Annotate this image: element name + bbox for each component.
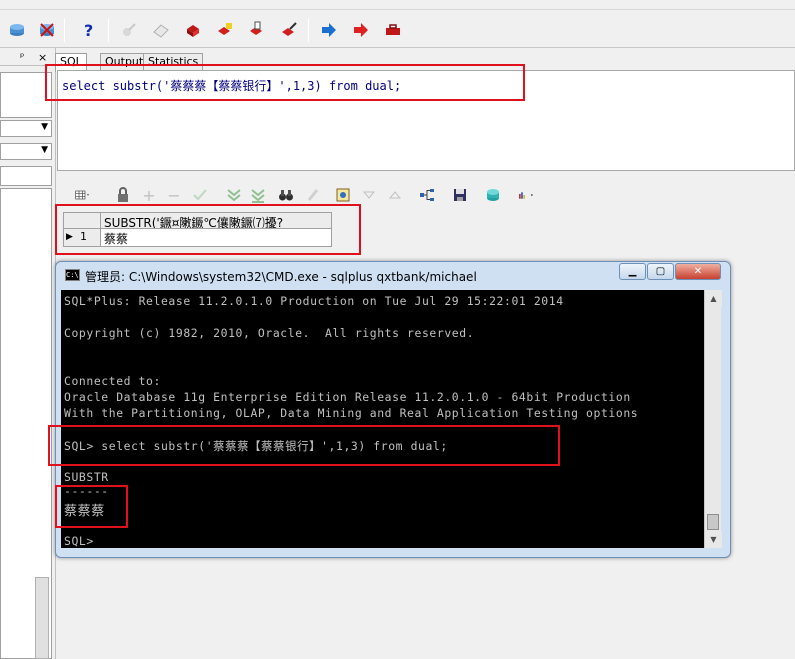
save-icon[interactable] <box>450 185 470 205</box>
app-window: ? ᵖ × ▼ ▼ SQL Output Statistics select s… <box>0 0 795 659</box>
toolbox-icon[interactable] <box>382 19 404 41</box>
highlight-box-console-result <box>55 485 128 528</box>
console-line-banner: SQL*Plus: Release 11.2.0.1.0 Production … <box>64 294 564 308</box>
execute-disabled-icon[interactable] <box>118 19 140 41</box>
forward-arrow-icon[interactable] <box>318 19 340 41</box>
eraser-icon[interactable] <box>150 19 172 41</box>
delete-record-icon[interactable]: − <box>164 185 184 205</box>
disconnect-icon[interactable] <box>36 19 58 41</box>
console-scrollbar[interactable]: ▲ ▼ <box>704 290 722 548</box>
console-icon: C:\ <box>65 269 80 281</box>
close-icon: ✕ <box>693 266 703 277</box>
sort-asc-icon[interactable] <box>385 185 405 205</box>
console-line-options: With the Partitioning, OLAP, Data Mining… <box>64 406 639 420</box>
chevron-down-icon: ▼ <box>41 122 48 132</box>
tree-icon[interactable] <box>417 185 437 205</box>
highlight-box-console-query <box>48 425 560 466</box>
scroll-down-icon[interactable]: ▼ <box>705 531 722 548</box>
binoculars-icon[interactable] <box>276 185 296 205</box>
help-icon[interactable]: ? <box>78 19 100 41</box>
toolbar-separator <box>308 18 309 42</box>
explain-plan-icon[interactable] <box>278 19 300 41</box>
chevron-down-icon: ▼ <box>41 145 48 155</box>
sort-desc-icon[interactable] <box>359 185 379 205</box>
close-icon[interactable]: × <box>38 51 47 64</box>
fetch-last-icon[interactable] <box>248 185 268 205</box>
cmd-window-title: 管理员: C:\Windows\system32\CMD.exe - sqlpl… <box>85 270 477 284</box>
minimize-button[interactable]: ▁ <box>619 263 646 280</box>
left-combo-1[interactable]: ▼ <box>0 120 52 137</box>
fetch-next-icon[interactable] <box>224 185 244 205</box>
scroll-up-icon[interactable]: ▲ <box>705 290 722 307</box>
close-button[interactable]: ✕ <box>675 263 721 280</box>
clear-filter-icon[interactable] <box>303 185 323 205</box>
console-line-column-header: SUBSTR <box>64 470 109 484</box>
highlight-box-grid <box>55 204 361 255</box>
console-line-connected: Connected to: <box>64 374 161 388</box>
back-arrow-icon[interactable] <box>350 19 372 41</box>
chart-menu-icon[interactable] <box>509 185 543 205</box>
maximize-button[interactable]: ▢ <box>647 263 674 280</box>
console-line-copyright: Copyright (c) 1982, 2010, Oracle. All ri… <box>64 326 475 340</box>
minimize-icon: ▁ <box>628 266 637 277</box>
post-changes-icon[interactable] <box>190 185 210 205</box>
break-icon[interactable] <box>246 19 268 41</box>
lock-icon[interactable] <box>113 185 133 205</box>
pin-icon[interactable]: ᵖ <box>20 52 24 63</box>
scroll-thumb[interactable] <box>707 514 719 530</box>
connect-icon[interactable] <box>6 19 28 41</box>
menu-strip <box>0 0 795 10</box>
svg-text:?: ? <box>84 21 93 39</box>
toolbar-separator <box>108 18 109 42</box>
rollback-icon[interactable] <box>214 19 236 41</box>
export-icon[interactable] <box>483 185 503 205</box>
commit-icon[interactable] <box>182 19 204 41</box>
left-combo-2[interactable]: ▼ <box>0 143 52 160</box>
main-toolbar: ? <box>0 0 795 48</box>
query-by-example-icon[interactable] <box>333 185 353 205</box>
highlight-box-sql <box>45 64 525 101</box>
console-line-prompt: SQL> <box>64 534 94 548</box>
toolbar-separator <box>64 18 65 42</box>
console-line-edition: Oracle Database 11g Enterprise Edition R… <box>64 390 631 404</box>
maximize-icon: ▢ <box>655 266 666 277</box>
left-panel-field[interactable] <box>0 166 52 186</box>
grid-menu-icon[interactable] <box>68 185 98 205</box>
left-scrollbar[interactable] <box>35 577 49 659</box>
add-record-icon[interactable]: + <box>139 185 159 205</box>
